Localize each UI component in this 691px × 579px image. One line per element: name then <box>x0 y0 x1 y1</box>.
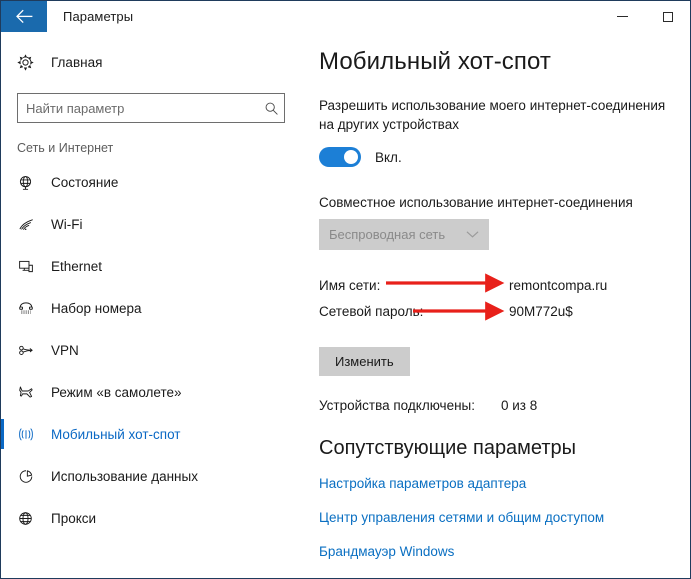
network-name-label: Имя сети: <box>319 278 381 293</box>
back-arrow-icon <box>15 9 34 24</box>
sidebar-item-home[interactable]: Главная <box>1 45 301 79</box>
back-button[interactable] <box>1 1 47 32</box>
search-input[interactable] <box>18 100 258 116</box>
devices-connected-label: Устройства подключены: <box>319 398 475 413</box>
devices-connected-row: Устройства подключены: 0 из 8 <box>319 398 676 413</box>
sidebar-item-label: Wi-Fi <box>51 216 83 232</box>
sidebar-item-label: Ethernet <box>51 258 103 274</box>
hotspot-icon <box>17 426 51 443</box>
hotspot-toggle[interactable] <box>319 147 361 167</box>
title-bar: Параметры <box>1 1 690 32</box>
airplane-icon <box>17 384 51 401</box>
sidebar-item-label: Набор номера <box>51 300 142 316</box>
sidebar-item-wifi[interactable]: Wi-Fi <box>1 203 301 245</box>
sharing-dropdown-value: Беспроводная сеть <box>329 227 446 242</box>
maximize-button[interactable] <box>645 1 690 32</box>
sidebar-item-label: Режим «в самолете» <box>51 384 182 400</box>
link-network-sharing-center[interactable]: Центр управления сетями и общим доступом <box>319 510 604 525</box>
share-description: Разрешить использование моего интернет-с… <box>319 98 666 132</box>
ethernet-icon <box>17 258 51 275</box>
sidebar-item-label: Мобильный хот-спот <box>51 426 181 442</box>
toggle-state-label: Вкл. <box>375 149 402 165</box>
sidebar-home-label: Главная <box>51 54 103 70</box>
minimize-button[interactable] <box>600 1 645 32</box>
sidebar-group-label: Сеть и Интернет <box>17 141 114 155</box>
network-password-row: Сетевой пароль: 90M772u$ <box>319 304 676 330</box>
sidebar-item-data-usage[interactable]: Использование данных <box>1 455 301 497</box>
data-usage-pie-icon <box>17 468 51 485</box>
devices-connected-value: 0 из 8 <box>501 398 538 413</box>
window-body: Главная Сеть и Интернет <box>1 32 690 578</box>
chevron-down-icon <box>466 230 479 239</box>
sidebar-item-vpn[interactable]: VPN <box>1 329 301 371</box>
main-content: Мобильный хот-спот Разрешить использован… <box>301 32 690 578</box>
sidebar-item-proxy[interactable]: Прокси <box>1 497 301 539</box>
maximize-icon <box>662 11 673 22</box>
hotspot-toggle-row: Вкл. <box>319 147 676 167</box>
sidebar: Главная Сеть и Интернет <box>1 32 301 578</box>
dialup-phone-icon <box>17 300 51 317</box>
related-settings-title: Сопутствующие параметры <box>319 437 577 459</box>
network-info: Имя сети: remontcompa.ru Сетевой пароль:… <box>319 278 676 330</box>
edit-button[interactable]: Изменить <box>319 347 410 376</box>
page-title: Мобильный хот-спот <box>319 48 551 75</box>
sidebar-item-dialup[interactable]: Набор номера <box>1 287 301 329</box>
search-box[interactable] <box>17 93 285 123</box>
link-windows-firewall[interactable]: Брандмауэр Windows <box>319 544 454 559</box>
globe-status-icon <box>17 174 51 191</box>
sidebar-item-airplane-mode[interactable]: Режим «в самолете» <box>1 371 301 413</box>
window-title: Параметры <box>63 9 134 24</box>
network-name-value: remontcompa.ru <box>509 278 608 293</box>
sharing-connection-dropdown[interactable]: Беспроводная сеть <box>319 219 489 250</box>
window-controls <box>600 1 690 32</box>
proxy-globe-icon <box>17 510 51 527</box>
sidebar-item-ethernet[interactable]: Ethernet <box>1 245 301 287</box>
settings-window: Параметры Главная Найти параметр Сеть и … <box>0 0 691 579</box>
network-password-value: 90M772u$ <box>509 304 573 319</box>
minimize-icon <box>617 16 628 17</box>
sharing-label: Совместное использование интернет-соедин… <box>319 195 633 210</box>
toggle-knob <box>344 150 358 164</box>
sidebar-item-label: VPN <box>51 342 79 358</box>
network-name-row: Имя сети: remontcompa.ru <box>319 278 676 304</box>
gear-icon <box>17 53 51 71</box>
wifi-icon <box>17 216 51 233</box>
search-icon[interactable] <box>258 101 284 116</box>
link-adapter-settings[interactable]: Настройка параметров адаптера <box>319 476 526 491</box>
sidebar-item-status[interactable]: Состояние <box>1 161 301 203</box>
sidebar-item-label: Использование данных <box>51 468 198 484</box>
sidebar-item-label: Состояние <box>51 174 119 190</box>
sidebar-item-label: Прокси <box>51 510 97 526</box>
network-password-label: Сетевой пароль: <box>319 304 424 319</box>
sidebar-item-mobile-hotspot[interactable]: Мобильный хот-спот <box>1 413 301 455</box>
vpn-icon <box>17 342 51 359</box>
